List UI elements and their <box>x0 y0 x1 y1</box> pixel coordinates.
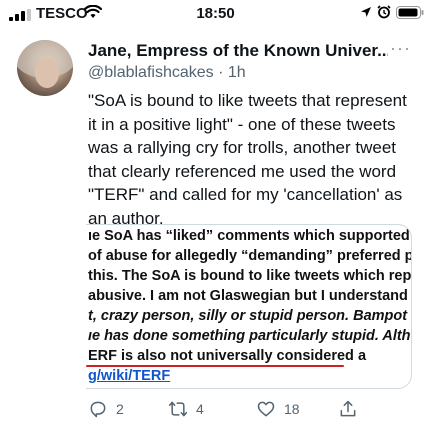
image-text-line-8: ɡ/wiki/TERF <box>88 368 171 384</box>
image-text-line-6: ıe has done something particularly stupi… <box>88 328 412 344</box>
like-button[interactable]: 18 <box>256 396 300 422</box>
share-button[interactable] <box>338 396 358 422</box>
alarm-icon <box>377 5 391 19</box>
share-icon <box>340 400 356 417</box>
location-arrow-icon <box>361 7 371 17</box>
handle-and-timestamp[interactable]: @blablafishcakes · 1h <box>88 64 246 82</box>
retweet-icon <box>168 401 188 417</box>
heart-icon <box>257 401 275 417</box>
tweet-image[interactable]: ıe SoA has “liked” comments which suppor… <box>86 224 412 389</box>
image-text-line-5: t, crazy person, silly or stupid person.… <box>88 308 412 324</box>
tweet-text: "SoA is bound to like tweets that repres… <box>88 91 407 228</box>
avatar[interactable] <box>17 40 73 96</box>
red-underline-annotation <box>86 365 344 367</box>
reply-icon <box>90 401 106 418</box>
reply-count: 2 <box>116 401 124 417</box>
image-text-line-1: ıe SoA has “liked” comments which suppor… <box>88 228 412 244</box>
more-options-icon[interactable]: ··· <box>390 38 416 58</box>
image-text-line-3: this. The SoA is bound to like tweets wh… <box>88 268 412 284</box>
image-text-line-4: abusive. I am not Glaswegian but I under… <box>88 288 412 304</box>
reply-button[interactable]: 2 <box>88 396 124 422</box>
display-name[interactable]: Jane, Empress of the Known Univer... <box>88 41 388 61</box>
image-text-line-7: ERF is also not universally considered a <box>88 348 367 364</box>
battery-icon <box>396 6 424 19</box>
retweet-count: 4 <box>196 401 204 417</box>
tweet-action-bar: 2 4 18 <box>88 396 388 422</box>
status-bar: TESCO 18:50 <box>0 0 431 28</box>
image-text-line-2: of abuse for allegedly “demanding” prefe… <box>88 248 412 264</box>
retweet-button[interactable]: 4 <box>168 396 204 422</box>
like-count: 18 <box>284 401 300 417</box>
